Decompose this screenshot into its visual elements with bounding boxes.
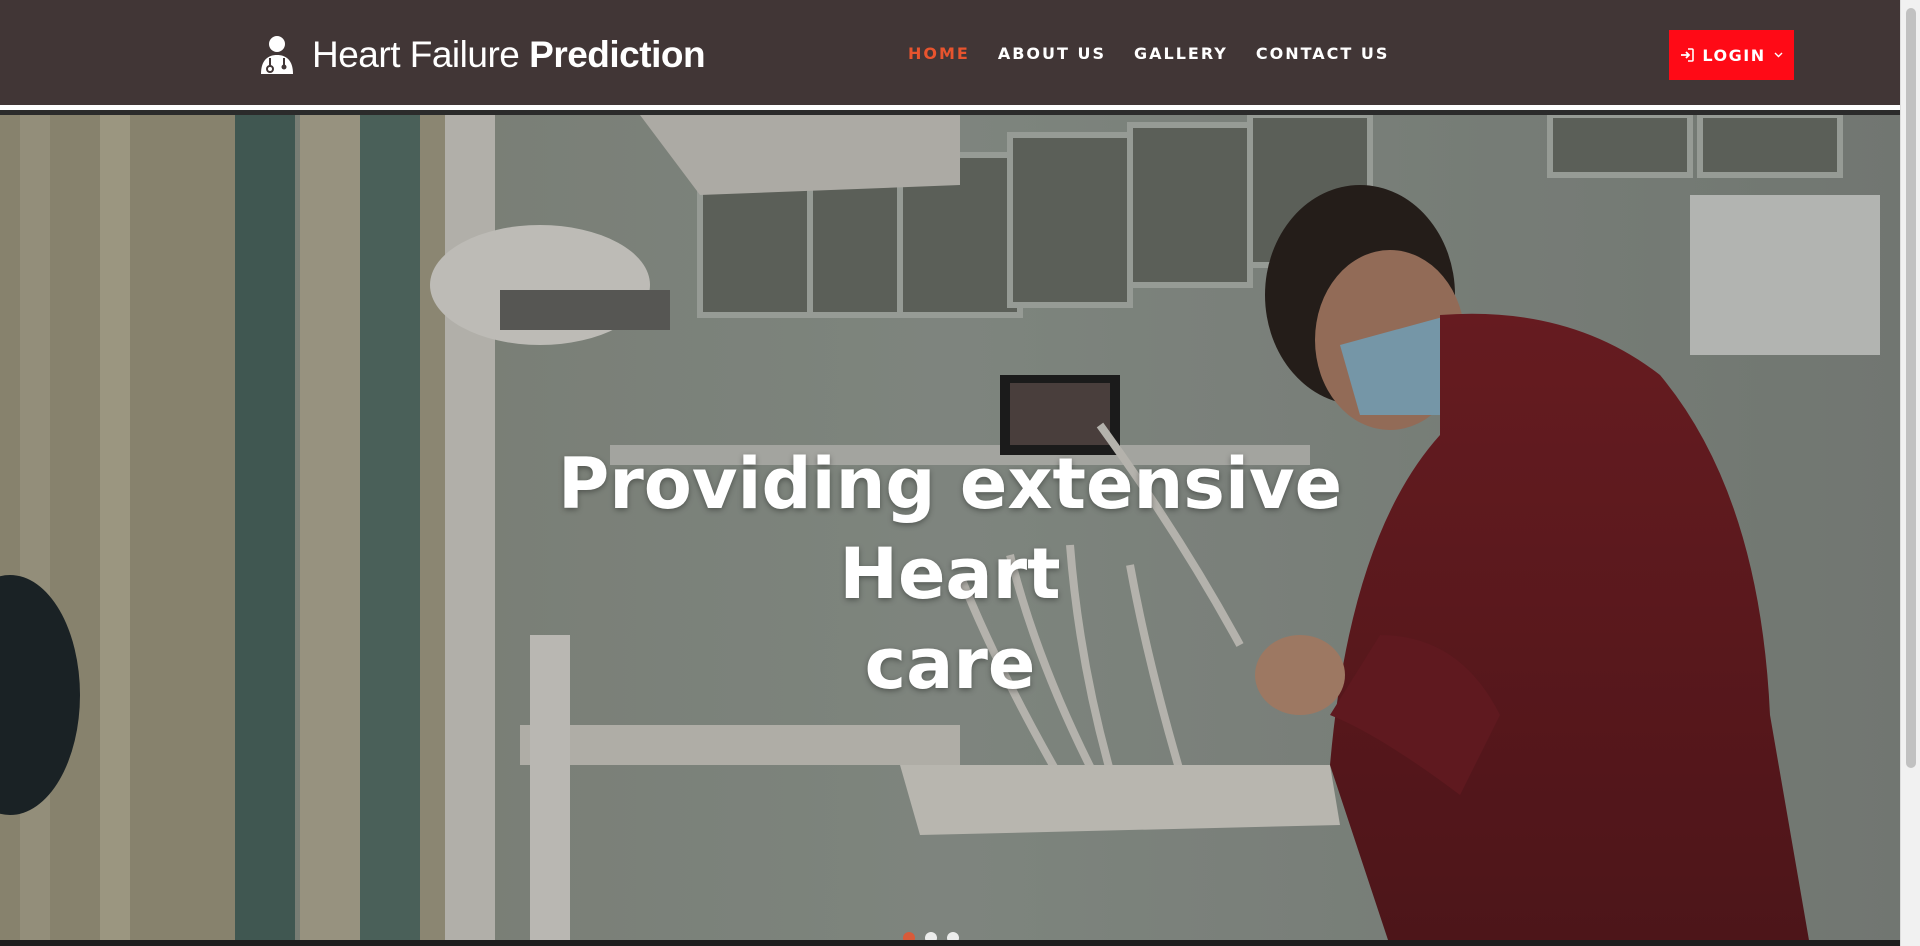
page-scrollbar[interactable] bbox=[1900, 0, 1920, 946]
nav-about-us[interactable]: ABOUT US bbox=[998, 44, 1106, 63]
hero-slider: Providing extensive Heart care bbox=[0, 115, 1900, 946]
nav-gallery[interactable]: GALLERY bbox=[1134, 44, 1228, 63]
hero-heading-line1: Providing extensive Heart bbox=[557, 443, 1343, 615]
main-nav: HOME ABOUT US GALLERY CONTACT US bbox=[908, 44, 1417, 63]
login-dropdown-button[interactable]: LOGIN bbox=[1669, 30, 1794, 80]
top-navbar: Heart Failure Prediction HOME ABOUT US G… bbox=[0, 0, 1900, 110]
brand-logo-link[interactable]: Heart Failure Prediction bbox=[258, 30, 706, 80]
login-label: LOGIN bbox=[1702, 45, 1766, 65]
chevron-down-icon bbox=[1774, 52, 1783, 58]
scrollbar-thumb[interactable] bbox=[1906, 8, 1916, 768]
page-bottom-edge bbox=[0, 940, 1900, 946]
doctor-icon bbox=[261, 36, 293, 74]
nav-home[interactable]: HOME bbox=[908, 44, 970, 63]
hero-heading-line2: care bbox=[864, 623, 1036, 705]
sign-in-icon bbox=[1681, 48, 1695, 62]
hero-heading: Providing extensive Heart care bbox=[450, 439, 1450, 709]
brand-name-bold: Prediction bbox=[529, 34, 706, 75]
brand-name-light: Heart Failure bbox=[312, 34, 520, 75]
brand-name: Heart Failure Prediction bbox=[312, 34, 706, 76]
nav-contact-us[interactable]: CONTACT US bbox=[1256, 44, 1390, 63]
